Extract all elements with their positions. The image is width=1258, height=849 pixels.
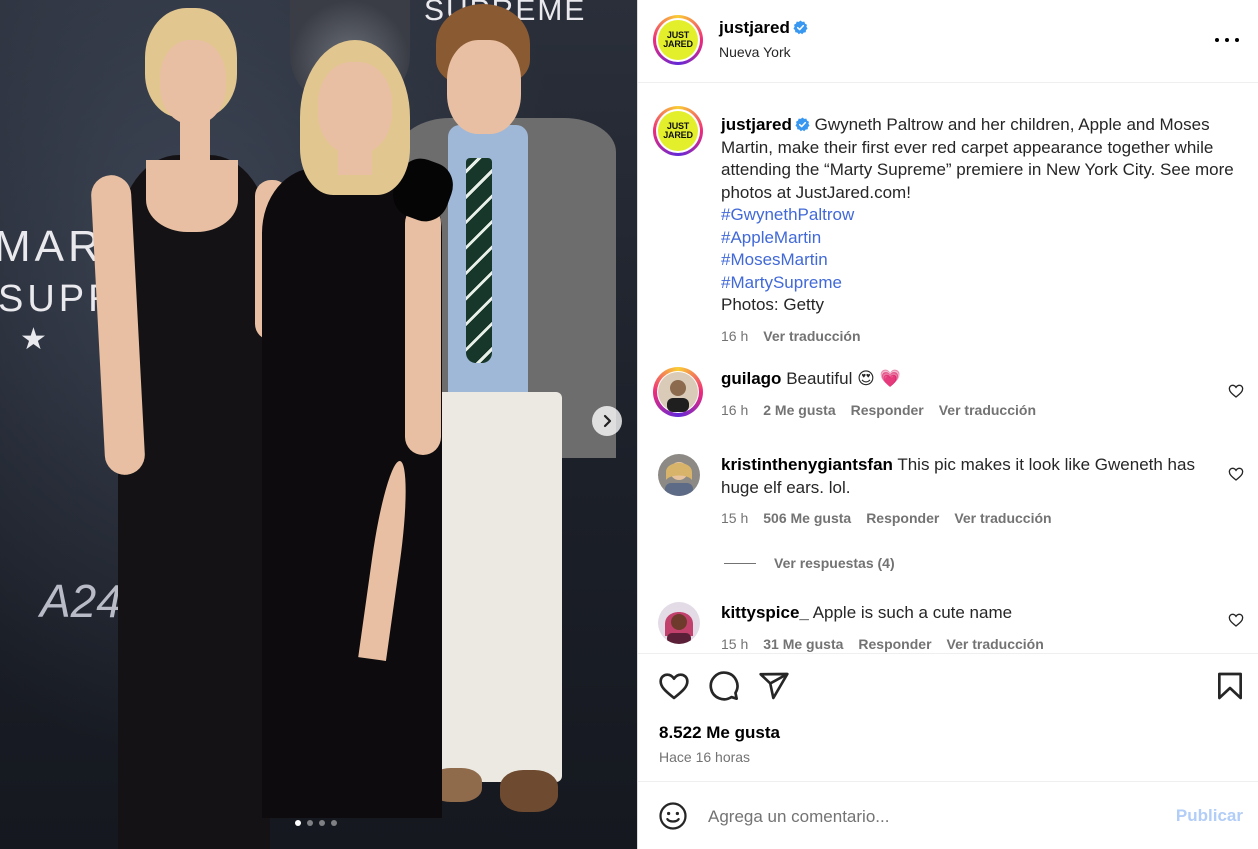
caption-credit: Photos: Getty: [721, 295, 824, 314]
translate-link[interactable]: Ver traducción: [763, 325, 860, 348]
reply-button[interactable]: Responder: [858, 633, 931, 653]
comment-body: guilago Beautiful 😍 💗 16 h 2 Me gusta Re…: [721, 368, 1201, 421]
person-center-face: [318, 62, 392, 154]
comments-list[interactable]: JUST JARED justjared Gwyneth Paltrow and…: [638, 84, 1258, 652]
like-comment-heart-icon[interactable]: [1228, 466, 1244, 482]
person-right-pants: [422, 392, 562, 782]
like-comment-heart-icon[interactable]: [1228, 612, 1244, 628]
comment-avatar[interactable]: [658, 602, 700, 644]
hashtag-link[interactable]: #MartySupreme: [721, 272, 1241, 295]
hashtag-link[interactable]: #MosesMartin: [721, 249, 1241, 272]
caption-username[interactable]: justjared: [721, 115, 792, 134]
verified-badge-icon: [795, 117, 810, 132]
justjared-logo: JUST JARED: [658, 20, 698, 60]
post-timestamp[interactable]: Hace 16 horas: [659, 749, 750, 765]
post-location[interactable]: Nueva York: [719, 44, 808, 60]
comment-text: Apple is such a cute name: [812, 603, 1013, 622]
comment-likes[interactable]: 506 Me gusta: [763, 507, 851, 530]
translate-link[interactable]: Ver traducción: [939, 399, 1036, 422]
person-left-face: [160, 40, 226, 124]
emoji-picker-icon[interactable]: [658, 801, 688, 831]
view-replies-label: Ver respuestas (4): [774, 555, 895, 571]
comment-likes[interactable]: 31 Me gusta: [763, 633, 843, 653]
comment-username[interactable]: kristinthenygiantsfan: [721, 455, 893, 474]
like-count[interactable]: 8.522 Me gusta: [659, 723, 780, 743]
replies-divider: [724, 562, 756, 564]
caption-avatar[interactable]: JUST JARED: [653, 106, 703, 156]
post-header: JUST JARED justjared Nueva York: [638, 0, 1258, 83]
chevron-right-icon: [603, 414, 612, 428]
person-left-chest: [146, 160, 238, 232]
carousel-next-button[interactable]: [592, 406, 622, 436]
comment-likes[interactable]: 2 Me gusta: [763, 399, 835, 422]
comment-meta: 16 h 2 Me gusta Responder Ver traducción: [721, 399, 1201, 422]
more-dot: [1235, 38, 1239, 42]
person-right-face: [447, 40, 521, 134]
hashtag-link[interactable]: #AppleMartin: [721, 227, 1241, 250]
carousel-dot: [319, 820, 325, 826]
post-side-panel: JUST JARED justjared Nueva York JUST JAR…: [637, 0, 1258, 849]
comment-avatar[interactable]: [658, 454, 700, 496]
user-photo-icon: [658, 372, 698, 412]
comment-composer: Publicar: [638, 781, 1258, 849]
user-photo-icon: [658, 602, 700, 644]
carousel-dot: [307, 820, 313, 826]
hashtag-link[interactable]: #GwynethPaltrow: [721, 204, 1241, 227]
comment-body: kittyspice_ Apple is such a cute name 15…: [721, 602, 1201, 652]
logo-text: JARED: [663, 39, 693, 49]
avatar-inner: JUST JARED: [656, 109, 700, 153]
like-comment-heart-icon[interactable]: [1228, 383, 1244, 399]
comment-avatar[interactable]: [653, 367, 703, 417]
logo-text: JARED: [663, 130, 693, 140]
post-caption: justjared Gwyneth Paltrow and her childr…: [721, 114, 1241, 347]
caption-meta: 16 h Ver traducción: [721, 325, 1241, 348]
person-right-shoe-right: [500, 770, 558, 812]
more-dot: [1225, 38, 1229, 42]
comment-bubble-icon[interactable]: [708, 670, 740, 702]
comment-emojis: 😍 💗: [857, 369, 901, 388]
person-right-tie: [466, 158, 492, 363]
comment-time[interactable]: 16 h: [721, 399, 748, 422]
carousel-indicator: [295, 820, 337, 826]
person-left-dress: [118, 155, 270, 849]
more-options-icon[interactable]: [1215, 30, 1239, 50]
comment-meta: 15 h 506 Me gusta Responder Ver traducci…: [721, 507, 1201, 530]
avatar-inner: JUST JARED: [656, 18, 700, 62]
comment-username[interactable]: kittyspice_: [721, 603, 809, 622]
save-bookmark-icon[interactable]: [1214, 670, 1246, 702]
reply-button[interactable]: Responder: [851, 399, 924, 422]
comment-body: kristinthenygiantsfan This pic makes it …: [721, 454, 1201, 530]
publish-button[interactable]: Publicar: [1176, 806, 1243, 826]
translate-link[interactable]: Ver traducción: [947, 633, 1044, 653]
caption-time[interactable]: 16 h: [721, 325, 748, 348]
comment-time[interactable]: 15 h: [721, 633, 748, 653]
account-avatar[interactable]: JUST JARED: [653, 15, 703, 65]
comment-text: Beautiful: [786, 369, 853, 388]
post-photo[interactable]: SUPREME MARTY SUPREME ★ ★ A24: [0, 0, 637, 849]
user-photo-icon: [658, 454, 700, 496]
poster-brand-logo: A24: [40, 575, 122, 627]
comment-time[interactable]: 15 h: [721, 507, 748, 530]
reply-button[interactable]: Responder: [866, 507, 939, 530]
view-replies-button[interactable]: Ver respuestas (4): [724, 555, 895, 571]
account-username[interactable]: justjared: [719, 18, 790, 37]
account-info: justjared Nueva York: [719, 18, 808, 60]
share-paper-plane-icon[interactable]: [758, 670, 790, 702]
justjared-logo: JUST JARED: [658, 111, 698, 151]
avatar-inner: [657, 371, 699, 413]
post-actions: 8.522 Me gusta Hace 16 horas: [638, 653, 1258, 781]
comment-username[interactable]: guilago: [721, 369, 781, 388]
carousel-dot: [331, 820, 337, 826]
comment-meta: 15 h 31 Me gusta Responder Ver traducció…: [721, 633, 1201, 653]
verified-badge-icon: [793, 20, 808, 35]
carousel-dot: [295, 820, 301, 826]
person-center-arm-right: [405, 205, 441, 455]
like-heart-icon[interactable]: [658, 670, 690, 702]
translate-link[interactable]: Ver traducción: [954, 507, 1051, 530]
comment-input[interactable]: [708, 804, 1168, 830]
more-dot: [1215, 38, 1219, 42]
